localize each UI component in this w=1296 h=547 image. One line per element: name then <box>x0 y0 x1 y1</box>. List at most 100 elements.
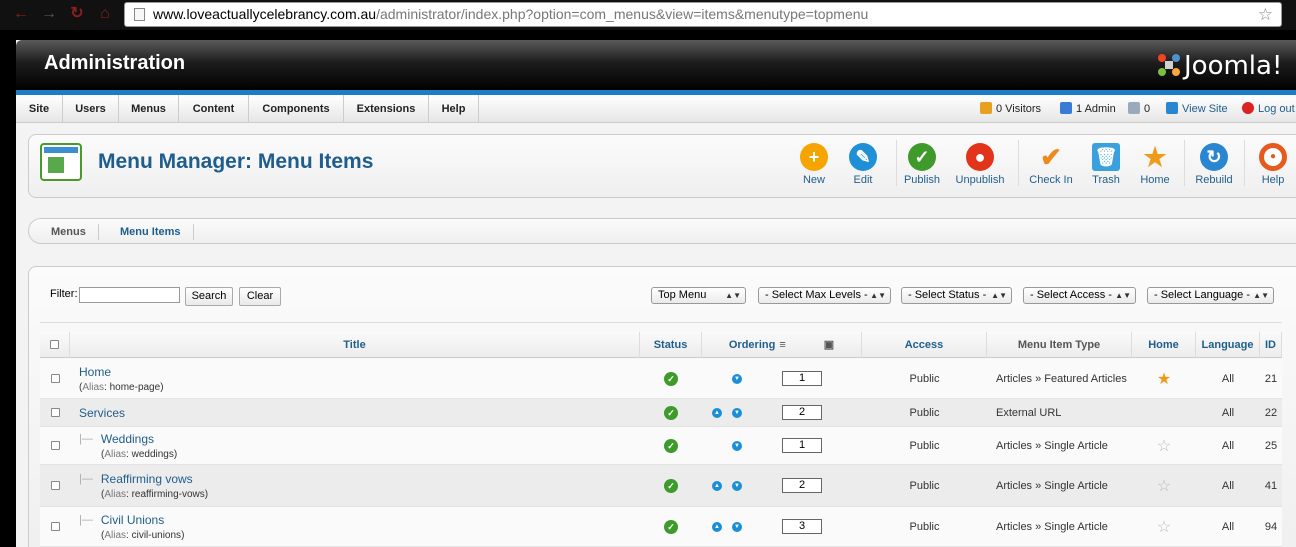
move-down-icon[interactable]: ▼ <box>732 373 742 384</box>
reload-icon[interactable]: ↻ <box>68 5 86 23</box>
table-row: |— Weddings (Alias: weddings) ✓ ▼ 1 Publi… <box>40 427 1282 465</box>
order-input[interactable]: 1 <box>782 371 822 386</box>
menu-content[interactable]: Content <box>179 95 249 123</box>
title-header[interactable]: Title <box>70 332 640 358</box>
access-header[interactable]: Access <box>862 332 987 358</box>
select-all-checkbox[interactable] <box>50 340 59 349</box>
table-row: |— Reaffirming vows (Alias: reaffirming-v… <box>40 465 1282 507</box>
published-check-icon[interactable]: ✓ <box>664 478 678 493</box>
move-down-icon[interactable]: ▼ <box>732 480 742 491</box>
move-up-icon[interactable]: ▲ <box>712 521 722 532</box>
admin-status: 1 Admin <box>1060 95 1116 123</box>
alias-value: reaffirming-vows <box>131 488 205 500</box>
home-star-icon[interactable]: ☆ <box>1157 476 1171 496</box>
item-title-link[interactable]: Weddings <box>101 432 154 446</box>
select-arrows-icon: ▲▼ <box>870 291 886 300</box>
title-line: |— Weddings <box>79 432 154 446</box>
edit-button[interactable]: ✎ Edit <box>835 143 891 186</box>
forward-icon[interactable]: → <box>40 5 58 23</box>
trash-button[interactable]: 🗑 Trash <box>1078 143 1134 186</box>
max-levels-select[interactable]: - Select Max Levels - ▲▼ <box>758 287 891 304</box>
order-input[interactable]: 2 <box>782 478 822 493</box>
type-header: Menu Item Type <box>987 332 1132 358</box>
row-checkbox[interactable] <box>50 441 60 450</box>
view-site-link[interactable]: View Site <box>1166 95 1228 123</box>
home-button[interactable]: ★ Home <box>1127 143 1183 186</box>
joomla-logo: Joomla! <box>1156 48 1282 81</box>
type-cell: Articles » Single Article <box>996 520 1108 533</box>
row-checkbox[interactable] <box>50 522 60 531</box>
home-icon[interactable]: ⌂ <box>96 5 114 23</box>
move-down-icon[interactable]: ▼ <box>732 440 742 451</box>
messages-status[interactable]: 0 <box>1128 95 1150 123</box>
bookmark-star-icon[interactable]: ☆ <box>1258 3 1273 26</box>
order-input[interactable]: 1 <box>782 438 822 453</box>
search-button[interactable]: Search <box>185 287 233 306</box>
ordering-header[interactable]: Ordering ≡ ▣ <box>702 332 862 358</box>
trash-icon: 🗑 <box>1092 143 1120 171</box>
move-up-icon[interactable]: ▲ <box>712 480 722 491</box>
unpublish-button[interactable]: ● Unpublish <box>952 143 1008 186</box>
row-checkbox[interactable] <box>50 408 60 417</box>
order-input[interactable]: 3 <box>782 519 822 534</box>
row-checkbox[interactable] <box>50 374 60 383</box>
language-select[interactable]: - Select Language - ▲▼ <box>1147 287 1274 304</box>
published-check-icon[interactable]: ✓ <box>664 405 678 420</box>
status-select[interactable]: - Select Status - ▲▼ <box>901 287 1012 304</box>
id-header[interactable]: ID <box>1260 332 1282 358</box>
access-select[interactable]: - Select Access - ▲▼ <box>1023 287 1136 304</box>
trash-label: Trash <box>1092 174 1120 186</box>
publish-button[interactable]: ✓ Publish <box>894 143 950 186</box>
submenu-menus[interactable]: Menus <box>51 224 99 240</box>
home-star-icon[interactable]: ☆ <box>1157 436 1171 456</box>
home-header[interactable]: Home <box>1132 332 1196 358</box>
circle-icon: ● <box>966 143 994 171</box>
table-row: Services ✓ ▲ ▼ 2 Public External URL All… <box>40 399 1282 427</box>
submenu-menu-items[interactable]: Menu Items <box>120 224 194 240</box>
visitors-status: 0 Visitors <box>980 95 1041 123</box>
language-select-value: - Select Language - <box>1154 289 1251 301</box>
row-checkbox[interactable] <box>50 481 60 490</box>
help-button[interactable]: ● Help <box>1245 143 1296 186</box>
menu-site[interactable]: Site <box>16 95 63 123</box>
logout-link[interactable]: Log out <box>1242 95 1295 123</box>
home-cell: ☆ <box>1132 465 1196 506</box>
menu-help[interactable]: Help <box>429 95 479 123</box>
new-button[interactable]: + New <box>786 143 842 186</box>
messages-count: 0 <box>1144 103 1151 115</box>
menu-menus[interactable]: Menus <box>119 95 179 123</box>
order-input[interactable]: 2 <box>782 405 822 420</box>
item-title-link[interactable]: Civil Unions <box>101 513 164 527</box>
home-star-icon[interactable]: ☆ <box>1157 517 1171 537</box>
url-bar[interactable]: www.loveactuallycelebrancy.com.au/admini… <box>124 2 1282 27</box>
access-select-value: - Select Access - <box>1030 289 1112 301</box>
filter-input[interactable] <box>79 287 180 303</box>
url-host: www.loveactuallycelebrancy.com.au <box>153 6 377 22</box>
toolbar-separator <box>1018 140 1019 186</box>
language-header[interactable]: Language <box>1196 332 1260 358</box>
move-down-icon[interactable]: ▼ <box>732 407 742 418</box>
item-title-link[interactable]: Services <box>79 406 125 420</box>
menu-components[interactable]: Components <box>249 95 344 123</box>
item-title-link[interactable]: Home <box>79 365 111 379</box>
rebuild-button[interactable]: ↻ Rebuild <box>1186 143 1242 186</box>
move-down-icon[interactable]: ▼ <box>732 521 742 532</box>
menu-select[interactable]: Top Menu ▲▼ <box>651 287 746 304</box>
item-title-link[interactable]: Reaffirming vows <box>101 472 193 486</box>
published-check-icon[interactable]: ✓ <box>664 371 678 386</box>
row-checkbox-cell <box>40 427 70 464</box>
back-icon[interactable]: ← <box>12 5 30 23</box>
published-check-icon[interactable]: ✓ <box>664 438 678 453</box>
menu-users[interactable]: Users <box>63 95 119 123</box>
language-cell: All <box>1221 406 1235 419</box>
clear-button[interactable]: Clear <box>239 287 281 306</box>
move-up-icon[interactable]: ▲ <box>712 407 722 418</box>
filter-label: Filter: <box>50 288 78 300</box>
save-order-icon[interactable]: ▣ <box>824 339 834 351</box>
language-cell: All <box>1221 439 1235 452</box>
menu-extensions[interactable]: Extensions <box>344 95 429 123</box>
status-header[interactable]: Status <box>640 332 702 358</box>
checkin-button[interactable]: ✔ Check In <box>1023 143 1079 186</box>
published-check-icon[interactable]: ✓ <box>664 519 678 534</box>
rebuild-label: Rebuild <box>1195 174 1233 186</box>
